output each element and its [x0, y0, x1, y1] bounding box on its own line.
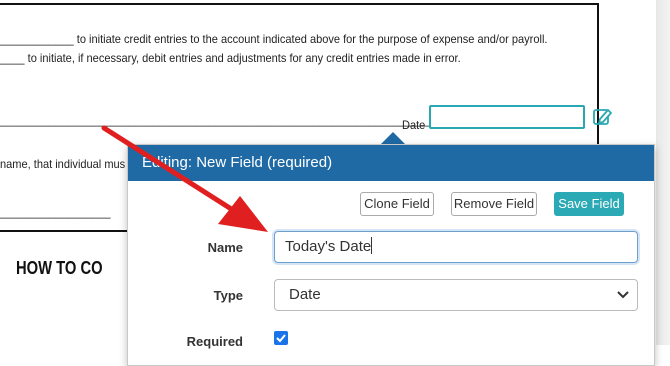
document-line-2: ____ to initiate, if necessary, debit en…: [0, 51, 461, 65]
type-select-value: Date: [289, 286, 321, 303]
chevron-down-icon: [617, 291, 629, 299]
required-label: Required: [186, 334, 243, 349]
checkmark-icon: [276, 334, 286, 343]
popover-title: Editing: New Field (required): [128, 145, 654, 181]
field-editor-popover: Editing: New Field (required) Clone Fiel…: [127, 144, 655, 366]
document-heading: HOW TO CO: [16, 258, 103, 278]
type-select[interactable]: Date: [274, 279, 638, 311]
date-label: Date: [402, 118, 426, 132]
name-label: Name: [207, 240, 243, 255]
clone-field-button[interactable]: Clone Field: [360, 192, 434, 216]
name-input-value: Today's Date: [285, 238, 372, 255]
scrollbar-track[interactable]: [656, 0, 670, 345]
required-checkbox[interactable]: [274, 331, 288, 345]
name-input[interactable]: Today's Date: [274, 231, 638, 263]
date-form-field[interactable]: [429, 105, 585, 129]
text-cursor: [371, 237, 373, 254]
save-field-button[interactable]: Save Field: [554, 192, 624, 216]
edit-pencil-icon[interactable]: [593, 107, 613, 127]
document-line-4: name, that individual mus: [0, 157, 126, 171]
document-line-1: ____________ to initiate credit entries …: [0, 32, 548, 46]
document-rule-bottom: __________________: [0, 205, 111, 219]
type-label: Type: [213, 288, 243, 303]
remove-field-button[interactable]: Remove Field: [451, 192, 537, 216]
